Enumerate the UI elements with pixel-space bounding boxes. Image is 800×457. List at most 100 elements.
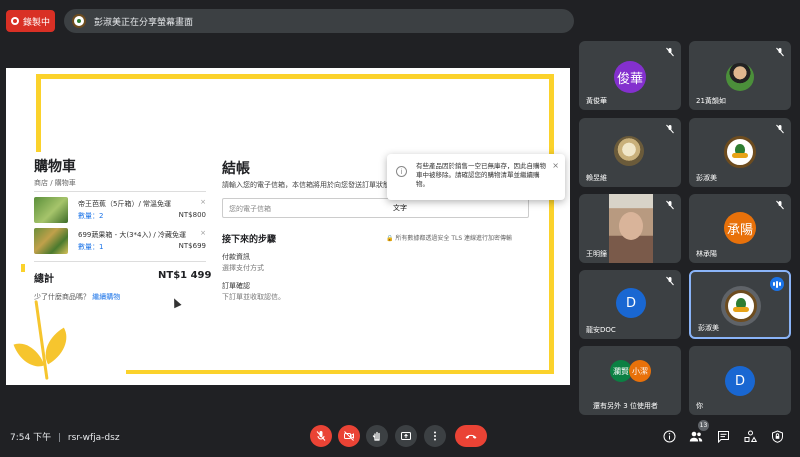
continue-shopping: 少了什麼商品嗎？ 繼續購物 [34,292,120,302]
participant-tile[interactable]: 承陽 林承陽 [689,194,791,263]
meeting-details-button[interactable] [661,428,677,444]
present-icon [401,432,411,440]
secure-note-text: 所有數據都透過安全 TLS 連線進行加密傳輸 [395,235,513,242]
leave-call-button[interactable] [455,425,487,447]
cart-item: 帝王芭蕉（5斤箱）/ 常溫免運 數量：2 NT$800 × [34,197,206,227]
participant-tile[interactable]: D 龍安DOC [579,270,681,339]
mic-off-icon [776,200,784,210]
email-field: 您的電子信箱 文字 [222,198,529,218]
participant-name: 龍安DOC [586,326,616,334]
people-icon [689,431,703,441]
step-subtext: 下訂單並收取認信。 [222,293,285,301]
continue-shopping-link: 繼續購物 [92,293,121,301]
product-name: 帝王芭蕉（5斤箱）/ 常溫免運 [78,200,172,208]
hand-icon [372,431,380,441]
info-icon [663,430,675,442]
decor-frame [36,74,41,152]
mic-off-icon [316,431,326,441]
share-notice: 彭淑美正在分享螢幕畫面 [94,17,194,28]
clock-time: 7:54 下午 [10,433,52,443]
participant-name: 還有另外 3 位使用者 [593,402,658,410]
avatar: D [725,366,755,396]
raise-hand-button[interactable] [366,425,388,447]
participant-tile[interactable]: 俊華 黃俊華 [579,41,681,110]
participant-tile-others[interactable]: 瀾賢 小潔 還有另外 3 位使用者 [579,346,681,415]
email-placeholder: 您的電子信箱 [229,205,271,213]
avatar: 小潔 [629,360,651,382]
participant-tile[interactable]: 21黃韻如 [689,41,791,110]
secure-note: 🔒 所有數據都透過安全 TLS 連線進行加密傳輸 [386,233,512,242]
participant-tile-active-speaker[interactable]: 彭淑美 [689,270,791,339]
remove-icon: × [200,229,206,237]
decor-frame [549,74,554,374]
decor-frame [36,74,554,79]
camera-off-icon [344,431,354,441]
participant-name: 21黃韻如 [696,97,726,105]
participant-tile[interactable]: 王明鐘 [579,194,681,263]
next-steps-heading: 接下來的步驟 [222,235,277,245]
mic-off-icon [666,47,674,57]
mic-off-icon [666,200,674,210]
cart-item: 699蔬果箱 - 大(3*4入) / 冷藏免運 數量：1 NT$699 × [34,228,206,258]
avatar: 承陽 [724,212,756,244]
info-icon: i [396,166,407,177]
chat-icon [717,430,729,443]
product-thumbnail [34,228,68,254]
total-value: NT$1 499 [158,270,212,281]
avatar [726,63,754,91]
close-icon: × [552,161,559,170]
more-options-button[interactable] [424,425,446,447]
participant-name: 彭淑美 [698,324,719,332]
avatar [724,136,756,168]
continue-shopping-text: 少了什麼商品嗎？ [34,293,90,301]
avatar [725,290,757,322]
total-label: 總計 [34,274,54,285]
host-controls-button[interactable] [769,428,785,444]
mic-off-icon [666,276,674,286]
participant-name: 彭淑美 [696,174,717,182]
avatar: 俊華 [614,61,646,93]
camera-toggle-button[interactable] [338,425,360,447]
participant-count-badge: 13 [698,420,709,431]
activities-button[interactable] [742,428,758,444]
quantity-selector: 數量：1 [78,243,104,251]
product-price: NT$800 [178,211,206,219]
participant-tile-self[interactable]: D 你 [689,346,791,415]
meeting-info: 7:54 下午 | rsr-wfja-dsz [10,430,120,443]
participant-name: 你 [696,402,703,410]
speaking-indicator-icon [770,277,784,291]
present-screen-button[interactable] [395,425,417,447]
participant-name: 賴昱維 [586,174,607,182]
step-heading: 付款資訊 [222,253,250,261]
avatar: D [616,288,646,318]
presenter-avatar [72,14,86,28]
decor-frame [126,370,554,374]
chat-button[interactable] [715,428,731,444]
decor-mark [21,264,25,272]
record-icon [10,17,19,25]
lock-icon: 🔒 [386,235,394,242]
mouse-cursor-icon [170,296,182,309]
mic-off-icon [776,124,784,134]
divider [34,191,206,192]
shield-lock-icon [771,429,783,443]
decor-stem [34,300,49,380]
participant-tile[interactable]: 彭淑美 [689,118,791,187]
checkout-description: 請輸入您的電子信箱，本信箱將用於向您發送訂單狀態 [222,181,390,189]
participant-tile[interactable]: 賴昱維 [579,118,681,187]
separator: | [57,433,61,443]
shapes-icon [744,430,757,442]
participant-name: 林承陽 [696,250,717,258]
recording-indicator: 錄製中 [6,10,55,32]
product-thumbnail [34,197,68,223]
recording-label: 錄製中 [22,17,50,28]
cart-title: 購物車 [34,159,76,175]
more-vert-icon [434,431,436,441]
stock-notice-toast: i 有些產品因於銷售一空已無庫存，因此自購物車中被移除。請確認您的購物清單並繼續… [387,154,565,200]
mic-toggle-button[interactable] [310,425,332,447]
step-heading: 訂單確認 [222,282,250,290]
presentation-banner[interactable]: 彭淑美正在分享螢幕畫面 [64,9,574,33]
hang-up-icon [465,434,477,439]
step-subtext: 選擇支付方式 [222,264,264,272]
participant-face [619,212,643,240]
